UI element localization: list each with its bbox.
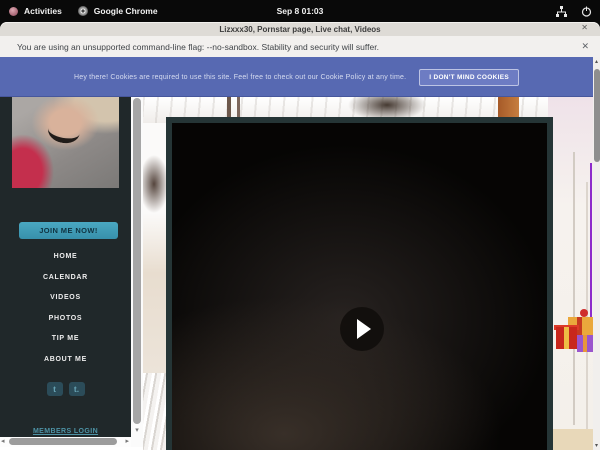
page-scrollbar-thumb[interactable] [594,69,600,162]
infobar-message: You are using an unsupported command-lin… [17,42,379,52]
cookie-banner: Hey there! Cookies are required to use t… [0,57,593,97]
activities-dot-icon [9,7,18,16]
gift-purple-shape [577,335,593,352]
clock[interactable]: Sep 8 01:03 [277,6,324,16]
scroll-up-arrow-icon[interactable]: ▴ [593,58,600,65]
horizontal-scrollbar-thumb[interactable] [9,438,117,445]
play-icon [357,319,371,339]
scroll-left-arrow-icon[interactable]: ◂ [1,437,5,447]
cookie-message: Hey there! Cookies are required to use t… [74,74,406,81]
activities-button[interactable]: Activities [9,6,62,16]
browser-title-bar: Lizxxx30, Pornstar page, Live chat, Vide… [0,22,600,36]
video-player[interactable] [166,117,553,450]
gift-red-shape [556,327,577,349]
social-links: t t. [0,382,131,396]
gifts-icon[interactable] [555,307,595,367]
app-menu[interactable]: Google Chrome [78,6,158,16]
scroll-down-arrow-icon[interactable]: ▾ [131,426,143,434]
scroll-right-arrow-icon[interactable]: ▸ [125,437,129,447]
twitter-icon[interactable]: t [47,382,63,396]
white-door [548,97,593,450]
floor [553,429,593,450]
power-icon[interactable] [581,6,592,17]
sidebar-item-about-me[interactable]: ABOUT ME [0,350,131,371]
members-login-link[interactable]: MEMBERS LOGIN [0,428,131,435]
sidebar-item-home[interactable]: HOME [0,247,131,268]
chrome-icon [78,6,88,16]
window-close-icon[interactable]: ✕ [581,23,588,32]
gift-ball-shape [580,309,588,317]
infobar-close-icon[interactable]: ✕ [581,41,589,52]
purple-accent-line [590,163,592,323]
activities-label: Activities [24,6,62,16]
sidebar-item-photos[interactable]: PHOTOS [0,309,131,330]
sidebar-scrollbar[interactable]: ▾ [131,97,143,447]
necklace-shape [46,116,82,145]
scroll-down-arrow-icon[interactable]: ▾ [593,442,600,449]
sidebar-scrollbar-thumb[interactable] [133,98,141,424]
window-title: Lizxxx30, Pornstar page, Live chat, Vide… [219,25,380,34]
tumblr-icon[interactable]: t. [69,382,85,396]
bed-linens [143,123,167,450]
sidebar: JOIN ME NOW! HOME CALENDAR VIDEOS PHOTOS… [0,97,131,437]
sidebar-item-calendar[interactable]: CALENDAR [0,268,131,289]
sidebar-item-tip-me[interactable]: TIP ME [0,329,131,350]
join-me-now-button[interactable]: JOIN ME NOW! [19,222,118,239]
sidebar-horizontal-scrollbar[interactable]: ◂ ▸ [0,437,131,447]
network-icon[interactable] [555,6,568,17]
crinkled-fabric [143,373,167,450]
sidebar-nav: HOME CALENDAR VIDEOS PHOTOS TIP ME ABOUT… [0,247,131,370]
system-top-bar: Activities Google Chrome Sep 8 01:03 [0,0,600,22]
profile-photo [12,97,119,188]
play-button[interactable] [340,307,384,351]
web-page: Hey there! Cookies are required to use t… [0,57,600,450]
app-menu-label: Google Chrome [94,6,158,16]
page-scrollbar[interactable]: ▴ ▾ [593,57,600,450]
sandbox-warning-infobar: You are using an unsupported command-lin… [0,36,600,57]
cookie-accept-button[interactable]: I DON'T MIND COOKIES [419,69,519,86]
door-frame-line [573,152,575,425]
sidebar-item-videos[interactable]: VIDEOS [0,288,131,309]
